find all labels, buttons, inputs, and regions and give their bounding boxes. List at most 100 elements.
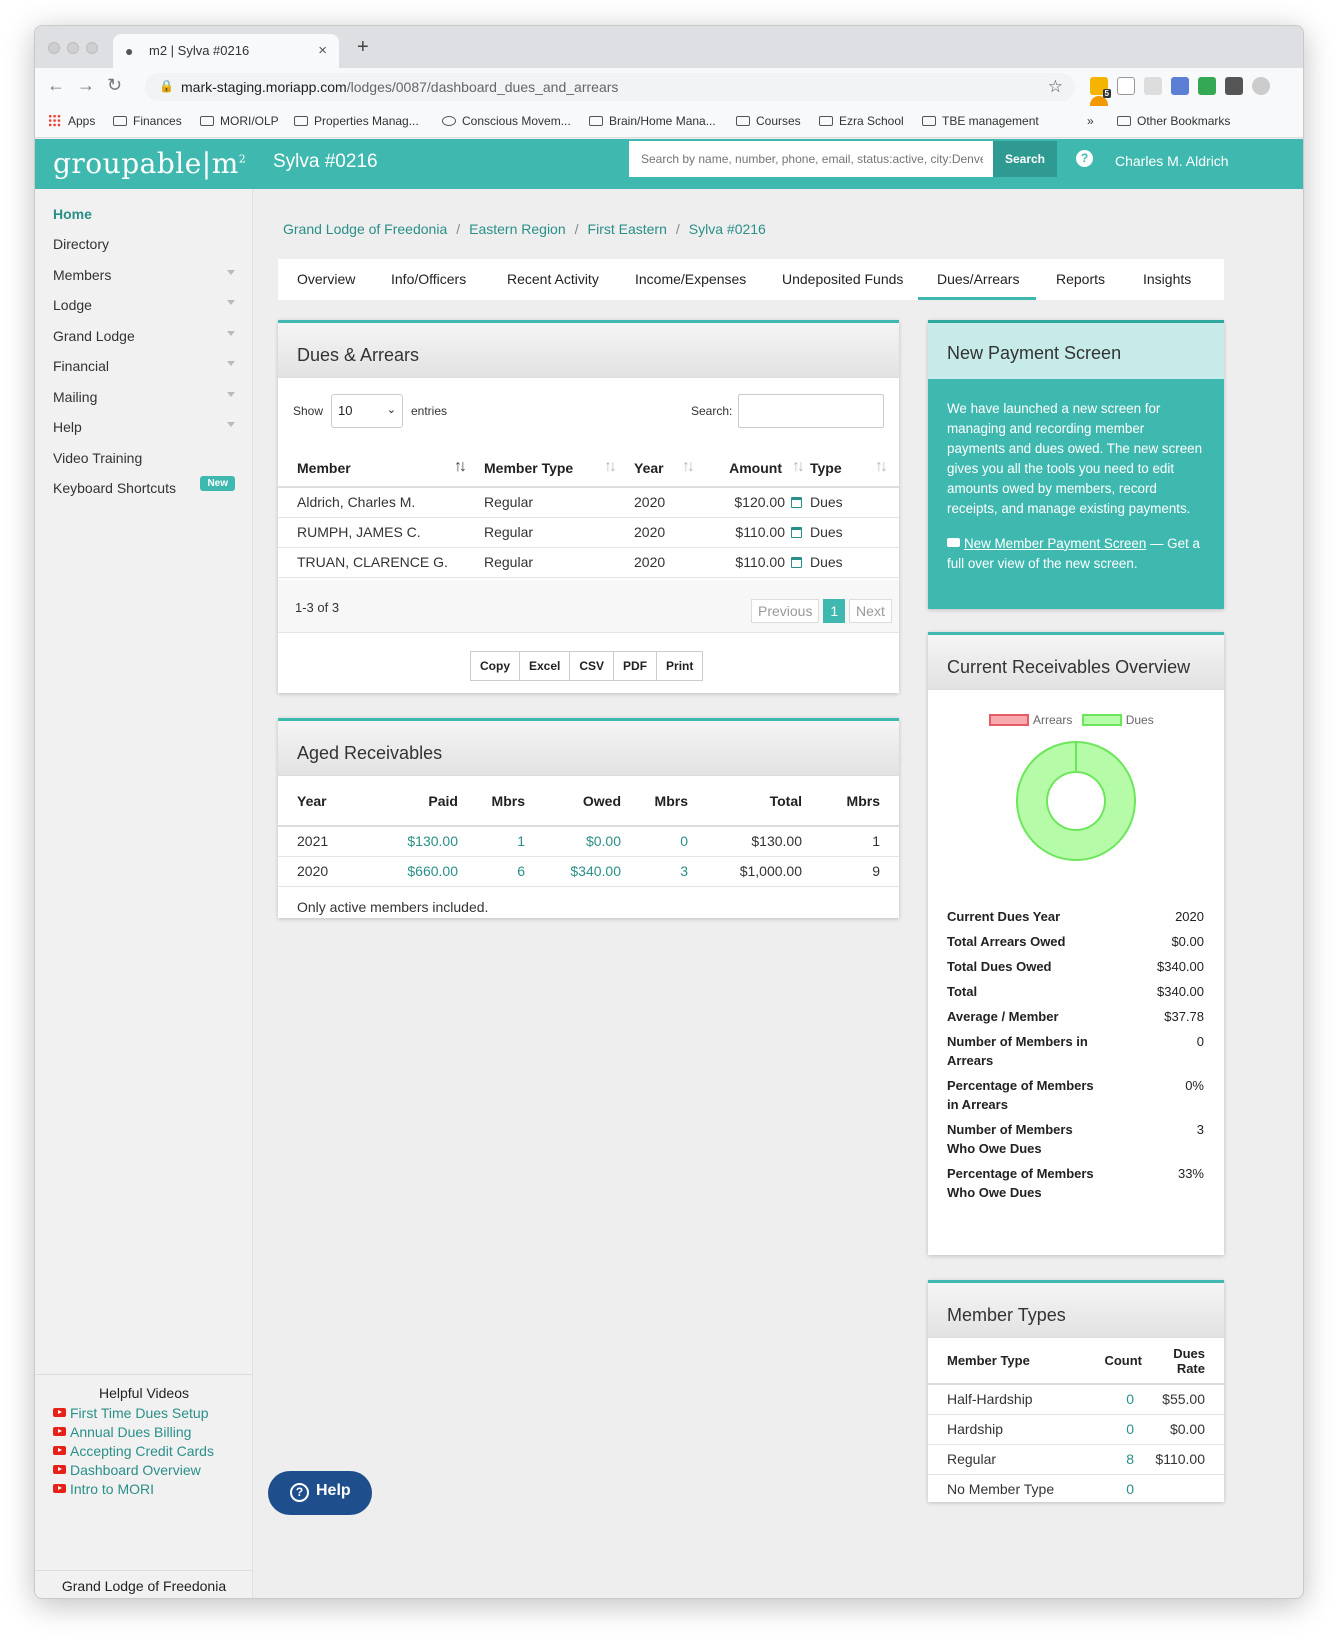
tab-reports[interactable]: Reports [1056,271,1105,287]
close-icon[interactable]: × [318,42,327,59]
owed-link[interactable]: $0.00 [525,826,621,857]
bookmark-ezra[interactable]: Ezra School [819,114,904,128]
groupable-logo[interactable]: groupable|m2 [53,147,246,180]
breadcrumb-item[interactable]: Eastern Region [469,221,566,237]
tab-insights[interactable]: Insights [1143,271,1191,287]
help-circle-icon[interactable]: ? [1076,150,1093,167]
camera-icon[interactable] [1171,77,1189,96]
video-link[interactable]: First Time Dues Setup [53,1404,253,1423]
video-link[interactable]: Dashboard Overview [53,1461,253,1480]
breadcrumb-separator: / [675,221,680,237]
tab-recent-activity[interactable]: Recent Activity [507,271,599,287]
chevron-down-icon [227,392,235,397]
count-link[interactable]: 0 [1080,1384,1142,1415]
sidebar-item-members[interactable]: Members [53,267,235,283]
url-text[interactable]: mark-staging.moriapp.com/lodges/0087/das… [181,79,618,95]
calendar-edit-icon[interactable] [791,557,802,568]
bookmark-star-icon[interactable]: ☆ [1048,77,1063,97]
search-button[interactable]: Search [993,141,1057,177]
sidebar-item-keyboard-shortcuts[interactable]: Keyboard Shortcuts New [53,476,235,496]
dropbox-icon[interactable] [1117,77,1135,96]
tab-info-officers[interactable]: Info/Officers [391,271,466,287]
profile-avatar[interactable] [1252,77,1270,96]
url-box[interactable]: 🔒 mark-staging.moriapp.com/lodges/0087/d… [145,73,1075,101]
bookmark-courses[interactable]: Courses [736,114,801,128]
tab-undeposited-funds[interactable]: Undeposited Funds [782,271,903,287]
plus-extension-icon[interactable] [1198,77,1216,96]
excel-button[interactable]: Excel [519,651,571,681]
bookmark-mori-olp[interactable]: MORI/OLP [200,114,279,128]
pdf-button[interactable]: PDF [613,651,658,681]
member-link[interactable]: Aldrich, Charles M. [278,487,464,518]
csv-button[interactable]: CSV [569,651,615,681]
paid-link[interactable]: $660.00 [378,856,458,887]
sidebar-item-home[interactable]: Home [53,206,235,222]
tab-dues-arrears[interactable]: Dues/Arrears [937,271,1019,287]
puzzle-icon[interactable] [1225,77,1243,96]
bookmark-brain-home[interactable]: Brain/Home Mana... [589,114,716,128]
sidebar-item-mailing[interactable]: Mailing [53,389,235,405]
paid-link[interactable]: $130.00 [378,826,458,857]
breadcrumb-item[interactable]: Sylva #0216 [689,221,766,237]
tab-overview[interactable]: Overview [297,271,355,287]
sidebar-item-lodge[interactable]: Lodge [53,297,235,313]
sidebar-item-directory[interactable]: Directory [53,236,235,252]
bookmark-properties[interactable]: Properties Manag... [294,114,419,128]
video-link[interactable]: Accepting Credit Cards [53,1442,253,1461]
bookmark-finances[interactable]: Finances [113,114,182,128]
extension-icon[interactable]: 5 [1090,77,1111,99]
search-label: Search: [691,404,733,418]
col-type[interactable]: Type ↑↓ [802,449,899,488]
bookmark-apps[interactable]: Apps [48,114,95,128]
count-link[interactable]: 8 [1080,1444,1142,1475]
user-menu[interactable]: Charles M. Aldrich [1115,153,1229,169]
sidebar-item-video-training[interactable]: Video Training [53,450,235,466]
breadcrumb-item[interactable]: First Eastern [588,221,667,237]
sidebar-footer[interactable]: Grand Lodge of Freedonia [35,1570,253,1598]
prev-page-button[interactable]: Previous [751,599,820,623]
browser-tab[interactable]: ● m2 | Sylva #0216 × [113,34,339,68]
page-button[interactable]: 1 [823,599,846,623]
nav-arrows[interactable]: ←→↻ [47,75,134,96]
count-link[interactable]: 0 [1080,1414,1142,1445]
floating-help-button[interactable]: ? Help [268,1471,372,1515]
breadcrumb-item[interactable]: Grand Lodge of Freedonia [283,221,447,237]
global-search-input[interactable] [629,141,995,177]
calendar-edit-icon[interactable] [791,527,802,538]
col-year[interactable]: Year ↑↓ [614,449,695,488]
next-page-button[interactable]: Next [849,599,892,623]
owed-mbrs-link[interactable]: 3 [621,856,688,887]
clipboard-icon[interactable] [1144,77,1162,96]
print-button[interactable]: Print [656,651,704,681]
entries-select[interactable]: 10 ⌄ [331,394,403,428]
sidebar-item-help[interactable]: Help [53,419,235,435]
sidebar-item-grand-lodge[interactable]: Grand Lodge [53,328,235,344]
bookmark-conscious[interactable]: Conscious Movem... [442,114,571,128]
folder-icon [1117,116,1131,126]
tab-income-expenses[interactable]: Income/Expenses [635,271,746,287]
table-search-input[interactable] [738,394,884,428]
count-link[interactable]: 0 [1080,1474,1142,1505]
col-member-type[interactable]: Member Type ↑↓ [464,449,617,488]
new-payment-link[interactable]: New Member Payment Screen [964,536,1146,551]
member-link[interactable]: TRUAN, CLARENCE G. [278,547,464,578]
bookmark-other[interactable]: Other Bookmarks [1117,114,1230,128]
copy-button[interactable]: Copy [470,651,520,681]
member-link[interactable]: RUMPH, JAMES C. [278,517,464,548]
paid-mbrs-link[interactable]: 6 [458,856,525,887]
owed-mbrs-link[interactable]: 0 [621,826,688,857]
stat-row: Percentage of Members in Arrears 0% [947,1073,1204,1117]
col-member[interactable]: Member ↑↓ [278,449,467,488]
video-link[interactable]: Annual Dues Billing [53,1423,253,1442]
paid-mbrs-link[interactable]: 1 [458,826,525,857]
new-tab-icon[interactable]: + [357,36,369,59]
video-link[interactable]: Intro to MORI [53,1480,253,1499]
col-amount[interactable]: Amount ↑↓ [692,449,805,488]
bookmarks-overflow[interactable]: » [1087,114,1094,128]
bookmark-tbe[interactable]: TBE management [922,114,1039,128]
sidebar-item-financial[interactable]: Financial [53,358,235,374]
calendar-edit-icon[interactable] [791,497,802,509]
aged-receivables-panel: Aged Receivables Year Paid Mbrs Owed Mbr… [278,718,899,918]
owed-link[interactable]: $340.00 [525,856,621,887]
window-controls[interactable] [48,41,105,57]
